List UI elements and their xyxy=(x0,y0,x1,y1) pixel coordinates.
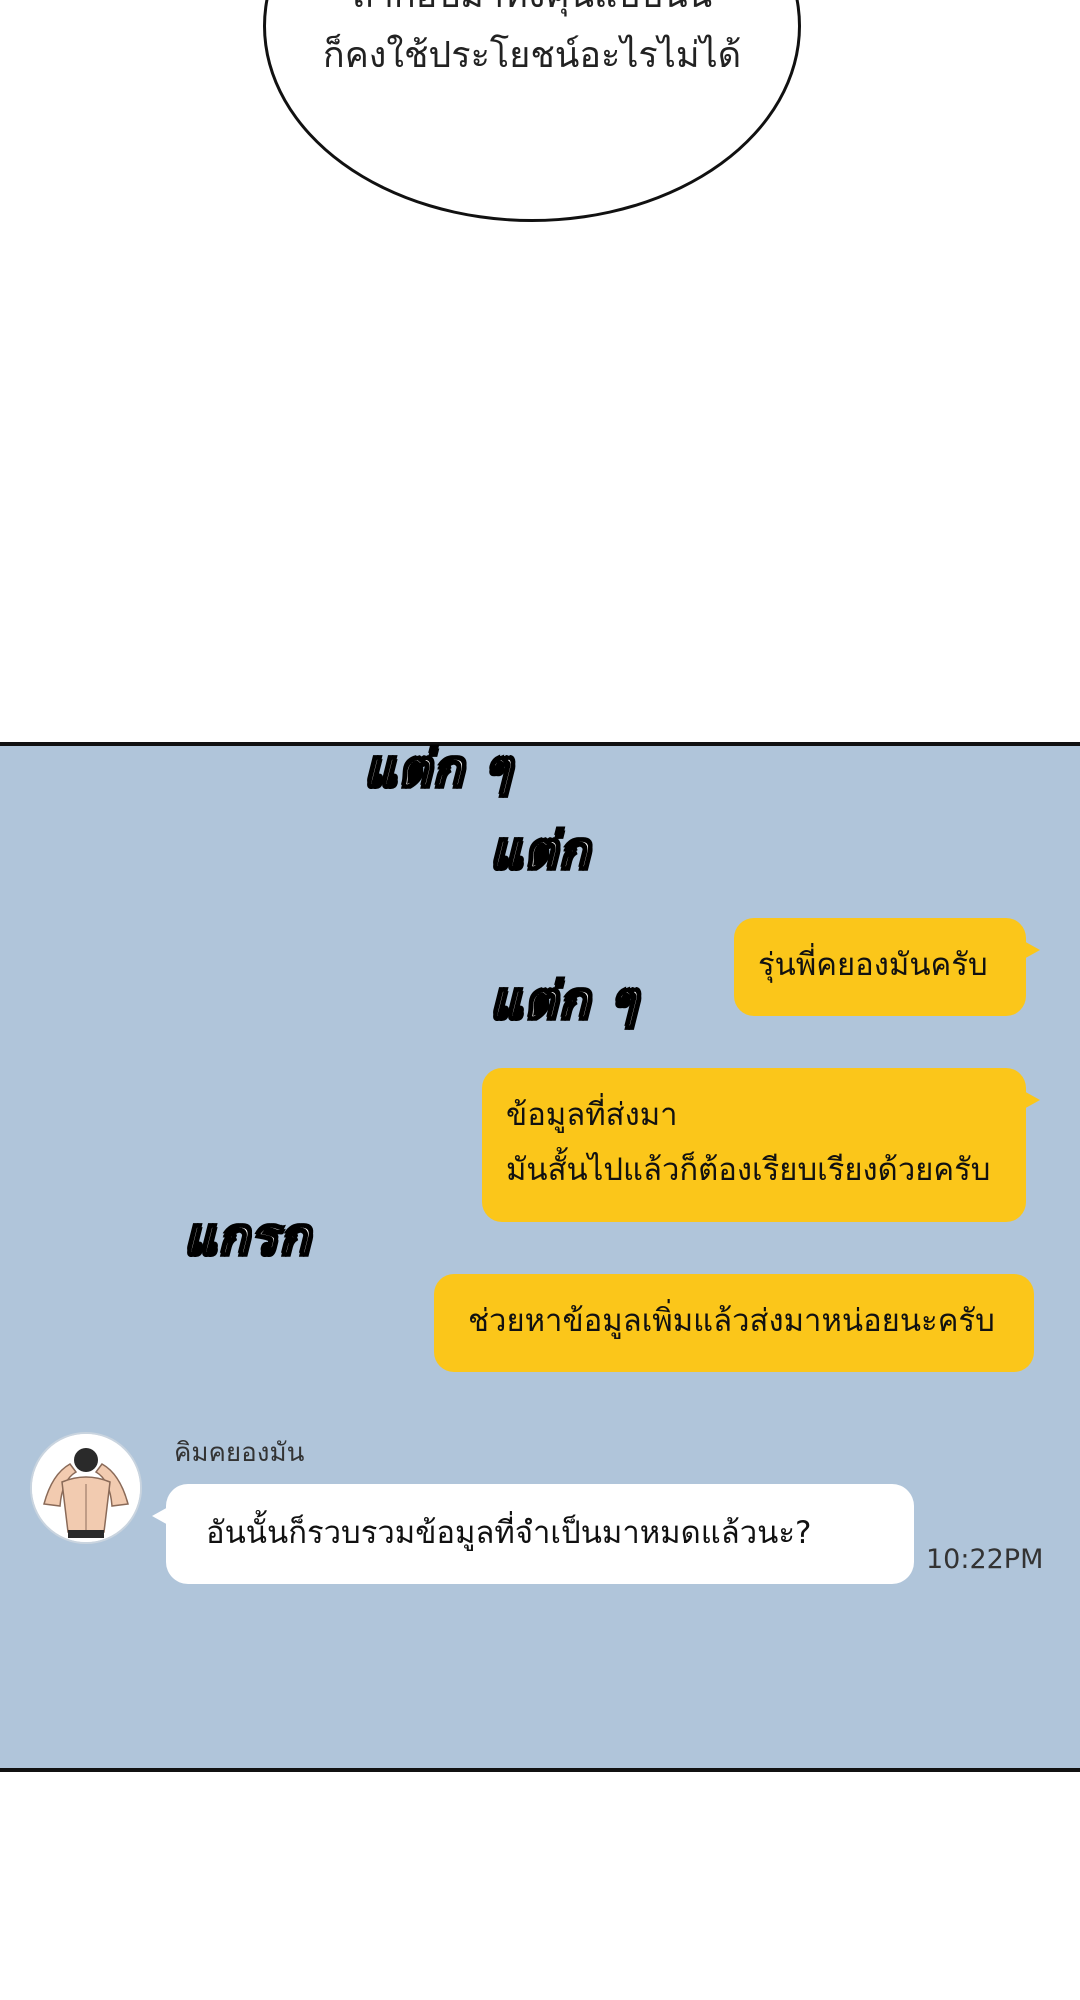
speech-bubble-line-2: ก็คงใช้ประโยชน์อะไรไม่ได้ xyxy=(322,35,742,76)
speech-bubble-line-1: ถ้าก็อปมาทั้งคุ้นแบบนั้น xyxy=(263,0,801,22)
chat-panel xyxy=(0,742,1080,1772)
sound-effect-tapping-2: แต่ก xyxy=(489,821,591,881)
shirtless-man-icon xyxy=(32,1434,140,1542)
sender-name: คิมคยองมัน xyxy=(174,1438,305,1468)
sent-message-text-line-2: มันสั้นไปแล้วก็ต้องเรียบเรียงด้วยครับ xyxy=(506,1152,991,1188)
sent-message[interactable]: ช่วยหาข้อมูลเพิ่มแล้วส่งมาหน่อยนะครับ xyxy=(434,1274,1034,1372)
received-message[interactable]: อันนั้นก็รวบรวมข้อมูลที่จำเป็นมาหมดแล้วน… xyxy=(152,1484,914,1584)
sent-message[interactable]: รุ่นพี่คยองมันครับ xyxy=(734,918,1040,1016)
received-message-text: อันนั้นก็รวบรวมข้อมูลที่จำเป็นมาหมดแล้วน… xyxy=(206,1515,812,1551)
bubble-tail xyxy=(1022,940,1040,960)
sound-effect-scratch: แกรก xyxy=(183,1207,312,1267)
message-timestamp: 10:22PM xyxy=(926,1544,1044,1575)
sent-message-text: รุ่นพี่คยองมันครับ xyxy=(758,947,988,983)
sound-effect-tapping-3: แต่ก ๆ xyxy=(489,971,640,1031)
sent-message-text: ช่วยหาข้อมูลเพิ่มแล้วส่งมาหน่อยนะครับ xyxy=(468,1303,995,1339)
avatar[interactable] xyxy=(30,1432,142,1544)
sent-message-text-line-1: ข้อมูลที่ส่งมา xyxy=(506,1097,678,1133)
bubble-tail xyxy=(1022,1090,1040,1110)
sound-effect-tapping-1: แต่ก ๆ xyxy=(363,739,514,799)
bubble-tail xyxy=(152,1506,170,1526)
sent-message[interactable]: ข้อมูลที่ส่งมา มันสั้นไปแล้วก็ต้องเรียบเ… xyxy=(482,1068,1040,1222)
